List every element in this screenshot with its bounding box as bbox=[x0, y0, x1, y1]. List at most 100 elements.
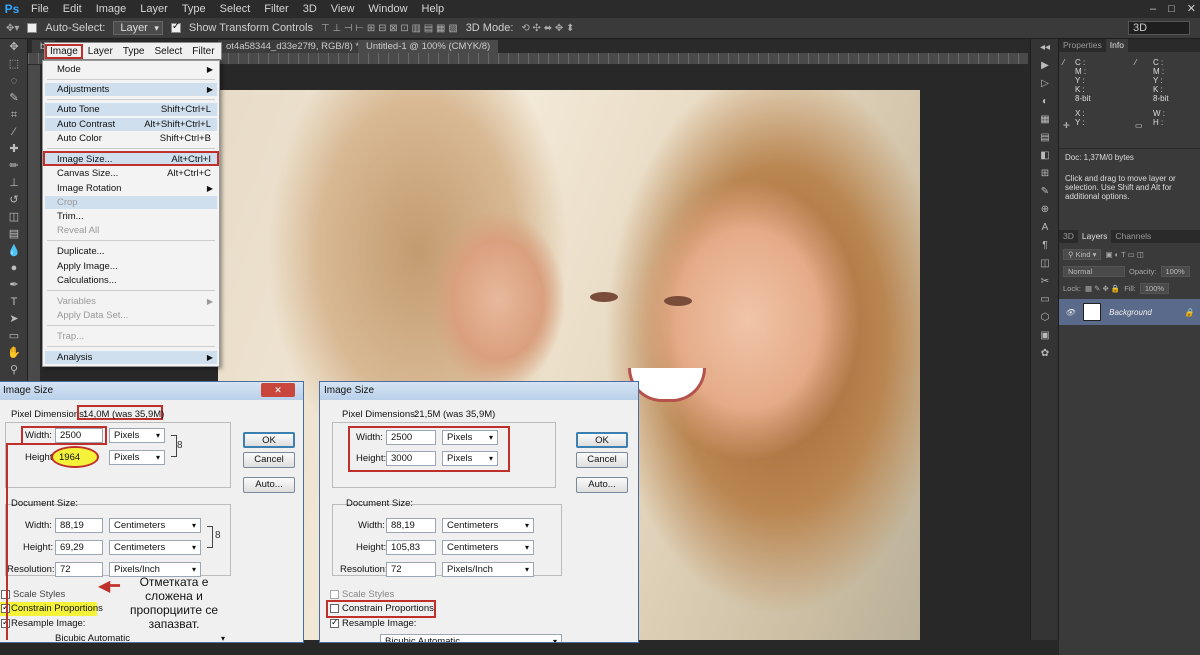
resample-checkbox[interactable] bbox=[330, 617, 339, 628]
height-unit-select[interactable]: Pixels bbox=[442, 451, 498, 466]
doc-width-input[interactable]: 88,19 bbox=[55, 518, 103, 533]
crop-tool-icon[interactable]: ⌗ bbox=[0, 107, 28, 124]
brushes-icon[interactable]: ✎ bbox=[1031, 183, 1059, 201]
resample-method-select[interactable]: Bicubic Automatic bbox=[380, 634, 562, 642]
width-input[interactable]: 2500 bbox=[55, 428, 103, 443]
menu-filter[interactable]: Filter bbox=[257, 0, 295, 18]
menu-file[interactable]: File bbox=[24, 0, 56, 18]
maximize-button[interactable]: □ bbox=[1168, 0, 1175, 18]
settings-icon[interactable]: ✿ bbox=[1031, 345, 1059, 363]
width-input[interactable]: 2500 bbox=[386, 430, 436, 445]
paragraph-icon[interactable]: ¶ bbox=[1031, 237, 1059, 255]
resolution-input[interactable]: 72 bbox=[55, 562, 103, 577]
width-unit-select[interactable]: Pixels bbox=[109, 428, 165, 443]
lasso-tool-icon[interactable]: ◌ bbox=[0, 73, 28, 90]
eraser-tool-icon[interactable]: ◫ bbox=[0, 209, 28, 226]
menu-item-image-rotation[interactable]: Image Rotation ▶ bbox=[45, 182, 217, 195]
workspace-dropdown[interactable]: 3D bbox=[1128, 21, 1190, 35]
menu-view[interactable]: View bbox=[324, 0, 362, 18]
gradient-tool-icon[interactable]: ▤ bbox=[0, 226, 28, 243]
actions-icon[interactable]: ▷ bbox=[1031, 75, 1059, 93]
doc-height-input[interactable]: 105,83 bbox=[386, 540, 436, 555]
timeline-icon[interactable]: ▭ bbox=[1031, 291, 1059, 309]
collapse-icon[interactable]: ◂◂ bbox=[1031, 39, 1059, 57]
history-icon[interactable]: ▶ bbox=[1031, 57, 1059, 75]
menu-item-crop[interactable]: Crop bbox=[45, 196, 217, 209]
doc-height-unit-select[interactable]: Centimeters bbox=[109, 540, 201, 555]
menu-item-apply-data-set[interactable]: Apply Data Set... bbox=[45, 309, 217, 322]
tab-info[interactable]: Info bbox=[1105, 39, 1128, 52]
glyphs-icon[interactable]: ◫ bbox=[1031, 255, 1059, 273]
tab-properties[interactable]: Properties bbox=[1059, 39, 1106, 52]
doc-width-unit-select[interactable]: Centimeters bbox=[109, 518, 201, 533]
menu-header-type[interactable]: Type bbox=[118, 46, 150, 57]
character-icon[interactable]: A bbox=[1031, 219, 1059, 237]
menu-item-canvas-size[interactable]: Canvas Size... Alt+Ctrl+C bbox=[45, 167, 217, 180]
history-brush-icon[interactable]: ↺ bbox=[0, 192, 28, 209]
menu-item-trap[interactable]: Trap... bbox=[45, 330, 217, 343]
shape-tool-icon[interactable]: ▭ bbox=[0, 328, 28, 345]
ok-button[interactable]: OK bbox=[243, 432, 295, 448]
doc-width-unit-select[interactable]: Centimeters bbox=[442, 518, 534, 533]
close-window-button[interactable]: ✕ bbox=[1187, 0, 1196, 18]
healing-tool-icon[interactable]: ✚ bbox=[0, 141, 28, 158]
tab-doc-2[interactable]: ot4a58344_d33e27f9, RGB/8) * bbox=[218, 40, 368, 53]
dodge-tool-icon[interactable]: ● bbox=[0, 260, 28, 277]
tab-doc-3[interactable]: Untitled-1 @ 100% (CMYK/8) bbox=[358, 40, 499, 53]
resolution-unit-select[interactable]: Pixels/Inch bbox=[442, 562, 534, 577]
adjustments-icon[interactable]: ◧ bbox=[1031, 147, 1059, 165]
move-tool-icon[interactable]: ✥ bbox=[0, 39, 28, 56]
menu-header-image[interactable]: Image bbox=[45, 43, 83, 59]
menu-item-trim[interactable]: Trim... bbox=[45, 210, 217, 223]
menu-image[interactable]: Image bbox=[89, 0, 134, 18]
height-input[interactable]: 3000 bbox=[386, 451, 436, 466]
stamp-tool-icon[interactable]: ⊥ bbox=[0, 175, 28, 192]
menu-select[interactable]: Select bbox=[213, 0, 258, 18]
navigator-icon[interactable]: ◐ bbox=[1031, 93, 1059, 111]
brush-tool-icon[interactable]: ✏ bbox=[0, 158, 28, 175]
filter-icons[interactable]: ▣ ◐ T ▭ ◫ bbox=[1105, 250, 1143, 259]
cancel-button[interactable]: Cancel bbox=[243, 452, 295, 468]
lock-icons[interactable]: ▦ ✎ ✥ 🔒 bbox=[1085, 284, 1120, 293]
menu-header-layer[interactable]: Layer bbox=[83, 46, 118, 57]
menu-item-auto-contrast[interactable]: Auto Contrast Alt+Shift+Ctrl+L bbox=[45, 118, 217, 131]
auto-button[interactable]: Auto... bbox=[576, 477, 628, 493]
layer-row-background[interactable]: 👁 Background 🔒 bbox=[1059, 299, 1200, 325]
menu-header-select[interactable]: Select bbox=[150, 46, 188, 57]
cancel-button[interactable]: Cancel bbox=[576, 452, 628, 468]
menu-help[interactable]: Help bbox=[415, 0, 452, 18]
menu-item-auto-tone[interactable]: Auto Tone Shift+Ctrl+L bbox=[45, 103, 217, 116]
opacity-field[interactable]: 100% bbox=[1160, 266, 1190, 277]
zoom-tool-icon[interactable]: ⚲ bbox=[0, 362, 28, 379]
blur-tool-icon[interactable]: 💧 bbox=[0, 243, 28, 260]
visibility-eye-icon[interactable]: 👁 bbox=[1065, 308, 1075, 317]
fill-field[interactable]: 100% bbox=[1139, 283, 1170, 294]
menu-3d[interactable]: 3D bbox=[296, 0, 324, 18]
align-icons[interactable]: ⊤ ⊥ ⊣ ⊢ ⊞ ⊟ ⊠ ⊡ ▥ ▤ ▦ ▧ bbox=[321, 23, 458, 34]
scale-styles-checkbox[interactable] bbox=[330, 590, 339, 599]
menu-item-auto-color[interactable]: Auto Color Shift+Ctrl+B bbox=[45, 132, 217, 145]
menu-window[interactable]: Window bbox=[361, 0, 414, 18]
menu-item-calculations[interactable]: Calculations... bbox=[45, 274, 217, 287]
show-transform-checkbox[interactable] bbox=[170, 21, 181, 33]
notes-icon[interactable]: ▣ bbox=[1031, 327, 1059, 345]
eyedropper-tool-icon[interactable]: ⁄ bbox=[0, 124, 28, 141]
menu-type[interactable]: Type bbox=[175, 0, 213, 18]
constrain-proportions-checkbox[interactable] bbox=[330, 604, 339, 613]
masks-icon[interactable]: ⊞ bbox=[1031, 165, 1059, 183]
auto-select-dropdown[interactable]: Layer bbox=[113, 21, 163, 35]
tab-layers[interactable]: Layers bbox=[1077, 230, 1112, 243]
menu-item-reveal-all[interactable]: Reveal All bbox=[45, 224, 217, 237]
menu-item-duplicate[interactable]: Duplicate... bbox=[45, 245, 217, 258]
minimize-button[interactable]: – bbox=[1150, 0, 1156, 18]
height-input[interactable]: 1964 bbox=[59, 452, 80, 463]
doc-height-input[interactable]: 69,29 bbox=[55, 540, 103, 555]
ok-button[interactable]: OK bbox=[576, 432, 628, 448]
pen-tool-icon[interactable]: ✒ bbox=[0, 277, 28, 294]
swatches-icon[interactable]: ▦ bbox=[1031, 111, 1059, 129]
move-tool-icon[interactable]: ✥▾ bbox=[6, 23, 19, 34]
menu-item-adjustments[interactable]: Adjustments ▶ bbox=[45, 83, 217, 96]
menu-item-analysis[interactable]: Analysis ▶ bbox=[45, 351, 217, 364]
kind-filter-dropdown[interactable]: ⚲ Kind ▾ bbox=[1063, 249, 1102, 260]
auto-button[interactable]: Auto... bbox=[243, 477, 295, 493]
